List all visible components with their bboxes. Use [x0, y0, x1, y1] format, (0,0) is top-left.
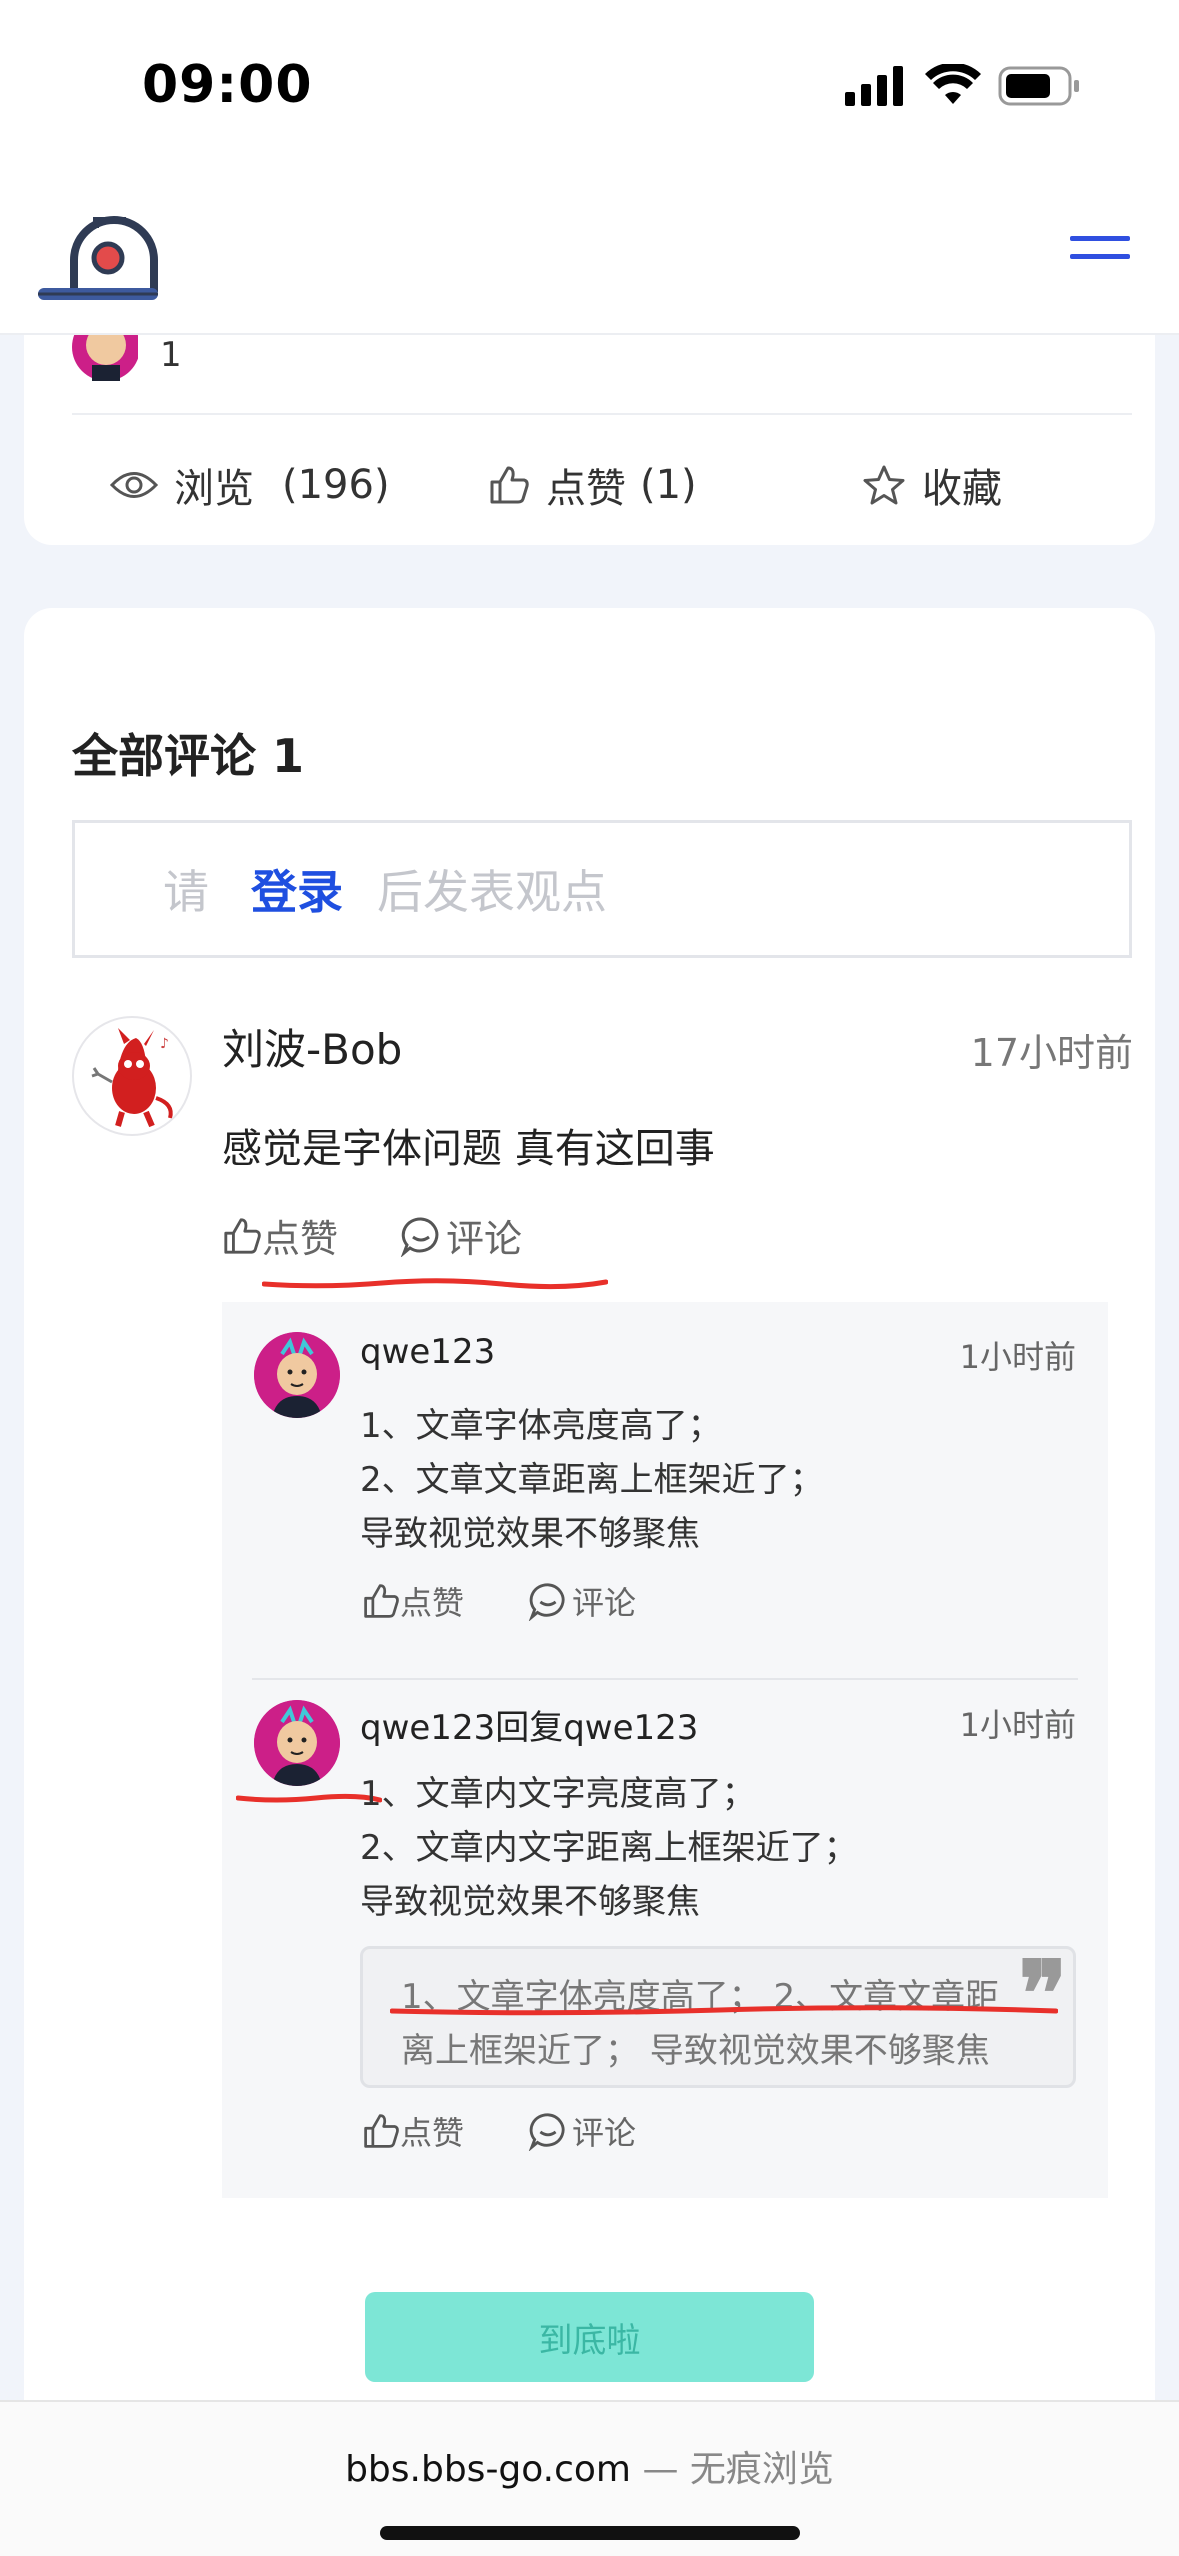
star-icon [863, 465, 905, 505]
replies-panel: qwe123 1小时前 1、文章字体亮度高了； 2、文章文章距离上框架近了； 导… [222, 1302, 1108, 2198]
reply-text-line: 导致视觉效果不够聚焦 [360, 1514, 700, 1554]
reply-like-label: 点赞 [400, 1584, 465, 1622]
chat-bubble-icon [528, 2113, 565, 2151]
comment-like-button[interactable]: 点赞 [222, 1208, 338, 1263]
views-stat: 浏览 (196) [110, 455, 390, 515]
browser-url: bbs.bbs-go.com [345, 2449, 632, 2490]
login-prompt-post: 后发表观点 [377, 865, 607, 919]
annotation-underline [262, 1278, 608, 1290]
reply-text-line: 1、文章字体亮度高了； [360, 1406, 722, 1446]
divider [72, 413, 1132, 415]
comment-text: 感觉是字体问题 真有这回事 [222, 1126, 715, 1172]
battery-icon [998, 66, 1079, 106]
chat-bubble-icon [400, 1216, 439, 1257]
post-stats-card: 1 浏览 (196) 点赞 (1) 收藏 [24, 335, 1155, 545]
home-indicator[interactable] [380, 2526, 800, 2540]
comment-author[interactable]: 刘波-Bob [222, 1016, 402, 1077]
devil-mascot-icon: ♪ [91, 1028, 173, 1128]
chat-bubble-icon [528, 1583, 565, 1621]
likes-count: (1) [640, 462, 697, 508]
browser-url-text[interactable]: bbs.bbs-go.com — 无痕浏览 [0, 2440, 1179, 2492]
reply-time: 1小时前 [959, 1706, 1076, 1744]
login-prompt-pre: 请 [163, 865, 209, 919]
site-logo-cap-icon[interactable] [34, 210, 194, 310]
reply-text-line: 2、文章内文字距离上框架近了； [360, 1828, 858, 1868]
browser-address-bar[interactable]: bbs.bbs-go.com — 无痕浏览 [0, 2400, 1179, 2556]
reply-author[interactable]: qwe123 [360, 1332, 495, 1372]
reply-reply-label: 评论 [572, 2114, 637, 2152]
reply-author[interactable]: qwe123回复qwe123 [360, 1700, 698, 1749]
comment-login-prompt[interactable]: 请 登录 后发表观点 [72, 820, 1132, 958]
commenter-avatar[interactable]: ♪ [72, 1016, 192, 1136]
reply-like-button[interactable]: 点赞 [362, 1578, 464, 1624]
svg-text:♪: ♪ [160, 1036, 169, 1052]
quote-text-line: 离上框架近了； 导致视觉效果不够聚焦 [401, 2031, 990, 2071]
cellular-signal-icon [845, 66, 903, 106]
comments-title: 全部评论 1 [72, 729, 305, 783]
hamburger-menu-icon[interactable] [1068, 230, 1132, 270]
reply-like-label: 点赞 [400, 2114, 465, 2152]
thumbs-up-icon [490, 466, 529, 504]
likes-label: 点赞 [546, 466, 626, 512]
eye-icon [110, 472, 158, 498]
comment-like-label: 点赞 [262, 1217, 339, 1261]
browser-mode: — 无痕浏览 [631, 2449, 834, 2490]
annotation-underline [390, 2005, 1058, 2016]
like-button[interactable]: 点赞 (1) [488, 455, 697, 515]
author-count: 1 [160, 335, 182, 375]
reply-avatar[interactable] [254, 1332, 340, 1418]
thumbs-up-icon [364, 1584, 399, 1618]
reply-time: 1小时前 [959, 1338, 1076, 1376]
site-header [0, 180, 1179, 335]
reply-reply-button[interactable]: 评论 [528, 1578, 636, 1624]
reply-avatar[interactable] [254, 1700, 340, 1786]
reply-text-line: 2、文章文章距离上框架近了； [360, 1460, 824, 1500]
thumbs-up-icon [364, 2114, 399, 2148]
reply-like-button[interactable]: 点赞 [362, 2108, 464, 2154]
reply-text-line: 导致视觉效果不够聚焦 [360, 1882, 700, 1922]
author-avatar[interactable] [72, 335, 138, 381]
comment-reply-label: 评论 [446, 1217, 523, 1261]
favorite-button[interactable]: 收藏 [862, 455, 1002, 515]
reply-text-line: 1、文章内文字亮度高了； [360, 1774, 756, 1814]
login-link[interactable]: 登录 [251, 856, 343, 922]
comment-time: 17小时前 [970, 1031, 1133, 1075]
reply-reply-label: 评论 [572, 1584, 637, 1622]
comments-card: 全部评论 1 请 登录 后发表观点 ♪ 刘波-Bob 17小时前 感觉是字体问题… [24, 608, 1155, 2488]
views-count: (196) [282, 462, 390, 508]
favorite-label: 收藏 [922, 466, 1002, 512]
quote-mark-icon: ❞ [1018, 1941, 1067, 2047]
comment-reply-button[interactable]: 评论 [400, 1208, 522, 1263]
views-label: 浏览 [174, 466, 254, 512]
status-time: 09:00 [142, 55, 313, 115]
end-of-list-button[interactable]: 到底啦 [365, 2292, 814, 2382]
reply-divider [252, 1678, 1078, 1680]
wifi-icon [925, 64, 981, 104]
reply-reply-button[interactable]: 评论 [528, 2108, 636, 2154]
thumbs-up-icon [224, 1217, 261, 1254]
status-bar: 09:00 [0, 0, 1179, 180]
